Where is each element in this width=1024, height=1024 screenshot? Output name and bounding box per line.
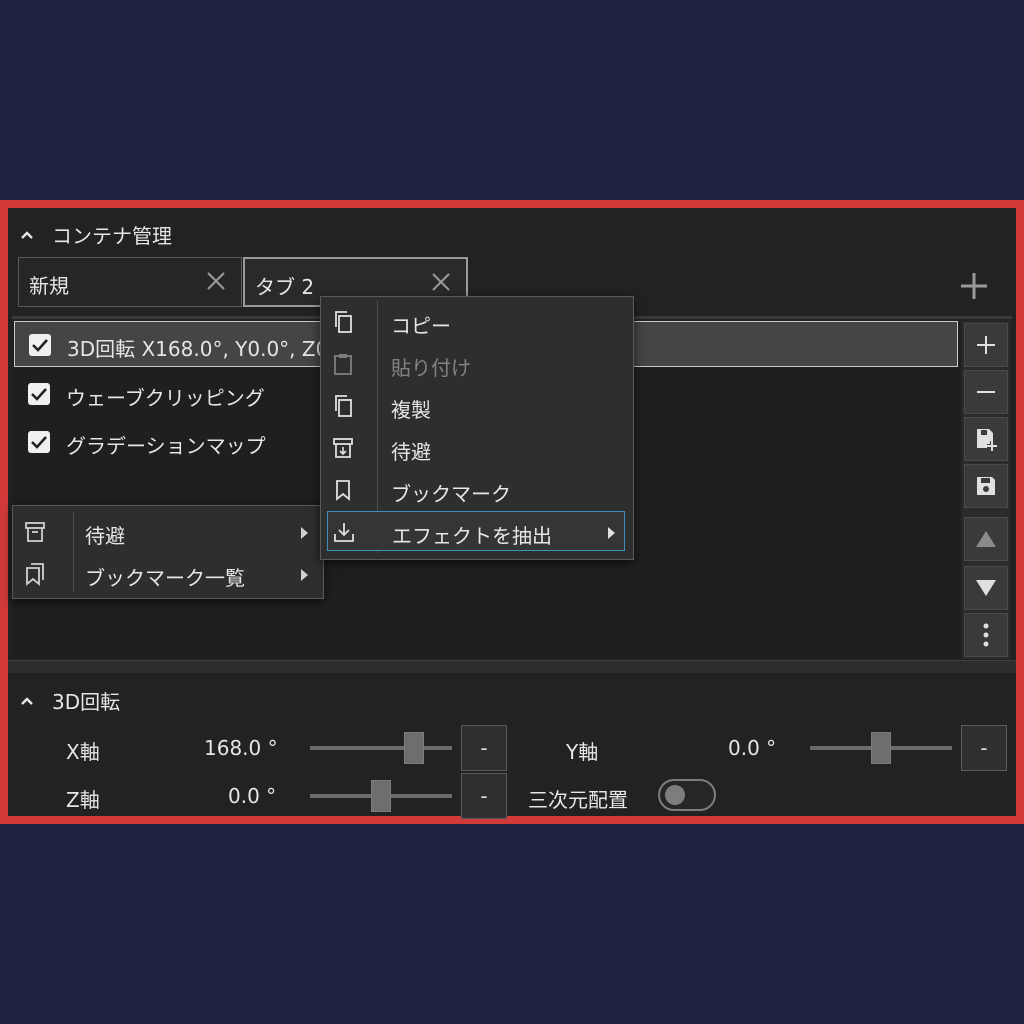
- menu-item-paste: 貼り付け: [321, 343, 633, 385]
- container-section-header[interactable]: コンテナ管理: [20, 220, 172, 249]
- submenu-arrow-icon: [299, 525, 309, 544]
- menu-item-label: エフェクトを抽出: [392, 524, 552, 548]
- container-panel: コンテナ管理 新規 タブ 2 3D回転 X168.0°, Y0.0°, Z0. …: [0, 200, 1024, 824]
- move-up-button[interactable]: [964, 517, 1008, 561]
- check-icon: [32, 339, 48, 352]
- save-icon: [977, 477, 995, 495]
- list-context-menu: 待避 ブックマーク一覧: [12, 505, 324, 599]
- y-axis-reset-button[interactable]: -: [961, 725, 1007, 771]
- submenu-arrow-icon: [606, 525, 616, 544]
- y-axis-value[interactable]: 0.0 °: [728, 736, 776, 760]
- save-as-button[interactable]: [964, 417, 1008, 461]
- move-down-icon: [976, 580, 996, 596]
- move-down-button[interactable]: [964, 566, 1008, 610]
- paste-icon: [331, 352, 355, 376]
- rotation-section-header[interactable]: 3D回転: [20, 686, 120, 715]
- x-axis-slider-thumb[interactable]: [404, 732, 425, 764]
- menu-item-bookmark[interactable]: ブックマーク: [321, 469, 633, 511]
- menu-item-label: ブックマーク: [391, 482, 511, 506]
- archive-icon: [23, 520, 47, 544]
- more-button[interactable]: [964, 613, 1008, 657]
- container-section-title: コンテナ管理: [52, 224, 172, 248]
- tab-new[interactable]: 新規: [18, 257, 242, 307]
- y-axis-label: Y軸: [566, 740, 599, 764]
- effect-toolbar: [962, 321, 1010, 659]
- add-effect-button[interactable]: [964, 323, 1008, 367]
- effect-label: グラデーションマップ: [66, 434, 266, 458]
- menu-item-label: 貼り付け: [391, 356, 471, 380]
- menu-item-archive[interactable]: 待避: [13, 511, 323, 553]
- check-icon: [31, 388, 47, 401]
- z-axis-reset-button[interactable]: -: [461, 773, 507, 819]
- minus-icon: [977, 391, 995, 393]
- toggle-knob: [665, 785, 685, 805]
- rotation-section-title: 3D回転: [52, 690, 121, 714]
- z-axis-slider-thumb[interactable]: [371, 780, 391, 812]
- close-icon[interactable]: [205, 270, 227, 296]
- submenu-arrow-icon: [299, 567, 309, 586]
- x-axis-value[interactable]: 168.0 °: [204, 736, 278, 760]
- tab-label: タブ 2: [255, 275, 315, 299]
- y-axis-slider-thumb[interactable]: [871, 732, 891, 764]
- collapse-caret-icon[interactable]: [20, 228, 34, 242]
- plus-icon: [961, 273, 987, 299]
- three-d-placement-label: 三次元配置: [528, 788, 628, 812]
- add-tab-button[interactable]: [958, 270, 990, 306]
- duplicate-icon: [331, 394, 355, 418]
- menu-item-label: 複製: [391, 398, 431, 422]
- three-d-placement-toggle[interactable]: [658, 779, 716, 811]
- z-axis-value[interactable]: 0.0 °: [228, 784, 276, 808]
- more-icon: [983, 623, 989, 647]
- menu-item-archive[interactable]: 待避: [321, 427, 633, 469]
- section-divider: [8, 660, 1016, 673]
- collapse-caret-icon[interactable]: [20, 694, 34, 708]
- close-icon[interactable]: [430, 271, 452, 297]
- move-up-icon: [976, 531, 996, 547]
- effect-label: ウェーブクリッピング: [66, 386, 265, 410]
- menu-item-label: 待避: [85, 524, 125, 548]
- menu-item-label: ブックマーク一覧: [85, 566, 245, 590]
- save-add-icon: [977, 429, 997, 451]
- check-icon: [31, 436, 47, 449]
- menu-item-label: コピー: [391, 314, 451, 338]
- effect-label: 3D回転 X168.0°, Y0.0°, Z0.: [67, 337, 335, 361]
- enabled-checkbox[interactable]: [29, 334, 51, 356]
- archive-icon: [331, 436, 355, 460]
- z-axis-label: Z軸: [66, 788, 100, 812]
- x-axis-label: X軸: [66, 740, 100, 764]
- menu-item-extract-effect[interactable]: エフェクトを抽出: [327, 511, 625, 551]
- x-axis-slider[interactable]: [310, 746, 452, 750]
- menu-item-copy[interactable]: コピー: [321, 301, 633, 343]
- plus-icon: [977, 336, 995, 354]
- remove-effect-button[interactable]: [964, 370, 1008, 414]
- extract-icon: [332, 520, 356, 544]
- tab-label: 新規: [29, 274, 69, 298]
- copy-icon: [331, 310, 355, 334]
- save-button[interactable]: [964, 464, 1008, 508]
- menu-item-duplicate[interactable]: 複製: [321, 385, 633, 427]
- enabled-checkbox[interactable]: [28, 383, 50, 405]
- x-axis-reset-button[interactable]: -: [461, 725, 507, 771]
- bookmark-list-icon: [23, 562, 47, 586]
- enabled-checkbox[interactable]: [28, 431, 50, 453]
- effect-context-menu: コピー 貼り付け 複製 待避 ブックマーク エフェクトを抽出: [320, 296, 634, 560]
- bookmark-icon: [331, 478, 355, 502]
- menu-item-label: 待避: [391, 440, 431, 464]
- menu-item-bookmark-list[interactable]: ブックマーク一覧: [13, 553, 323, 595]
